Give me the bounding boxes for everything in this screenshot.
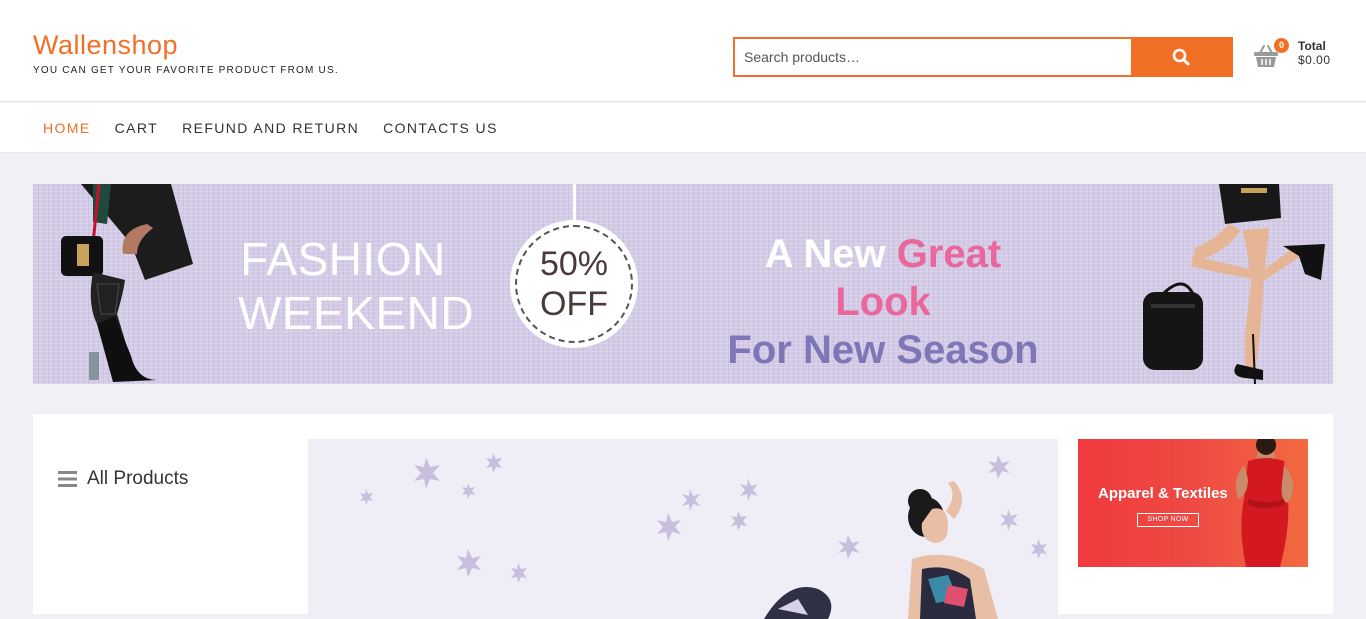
fashion-weekend-text: FASHION WEEKEND (238, 232, 475, 340)
discount-value: 50% (539, 245, 609, 283)
nav-item-contacts-us[interactable]: CONTACTS US (383, 120, 498, 136)
model-legs-left-image (61, 184, 193, 382)
discount-label: OFF (540, 285, 608, 323)
search-input[interactable] (735, 39, 1131, 75)
promo-model-image (1236, 439, 1294, 567)
brand: Wallenshop YOU CAN GET YOUR FAVORITE PRO… (33, 30, 339, 76)
model-legs-right-image (1143, 184, 1325, 384)
promo-title: Apparel & Textiles (1098, 485, 1228, 502)
main-nav: HOME CART REFUND AND RETURN CONTACTS US (0, 103, 1366, 153)
banner-line2: WEEKEND (238, 287, 475, 339)
site-header: Wallenshop YOU CAN GET YOUR FAVORITE PRO… (0, 0, 1366, 102)
banner-line1: FASHION (240, 233, 446, 285)
discount-tag-inner: 50% OFF (515, 225, 633, 343)
cart-total-value: $0.00 (1298, 53, 1331, 67)
hero-banner[interactable]: FASHION WEEKEND 50% OFF A New Great Look… (33, 184, 1333, 384)
site-tagline: YOU CAN GET YOUR FAVORITE PRODUCT FROM U… (33, 65, 339, 76)
header-cart[interactable]: 0 Total $0.00 (1252, 38, 1362, 74)
slider-image (360, 453, 1047, 619)
all-products-label: All Products (87, 468, 189, 489)
discount-tag: 50% OFF (510, 220, 638, 348)
menu-icon (58, 471, 77, 487)
cart-count-badge: 0 (1274, 38, 1289, 53)
search-icon (1172, 48, 1190, 66)
search-button[interactable] (1131, 39, 1231, 75)
headline-part-a: A New (764, 232, 886, 276)
tag-string (573, 184, 576, 220)
nav-item-refund-and-return[interactable]: REFUND AND RETURN (182, 120, 359, 136)
season-headline: A New Great Look For New Season (723, 230, 1043, 374)
main-content: All Products Apparel & Textiles SHOP NOW (33, 414, 1333, 619)
site-title[interactable]: Wallenshop (33, 30, 339, 61)
cart-total-label: Total (1298, 39, 1326, 53)
shop-now-button[interactable]: SHOP NOW (1137, 513, 1199, 527)
hero-slider[interactable] (308, 439, 1058, 619)
nav-item-cart[interactable]: CART (115, 120, 158, 136)
search-form (733, 37, 1233, 77)
headline-part-c: For New Season (727, 328, 1039, 372)
all-products-header[interactable]: All Products (58, 468, 188, 490)
promo-apparel-banner[interactable]: Apparel & Textiles SHOP NOW (1078, 439, 1308, 567)
nav-item-home[interactable]: HOME (43, 120, 91, 136)
cart-summary: Total $0.00 (1298, 39, 1331, 67)
